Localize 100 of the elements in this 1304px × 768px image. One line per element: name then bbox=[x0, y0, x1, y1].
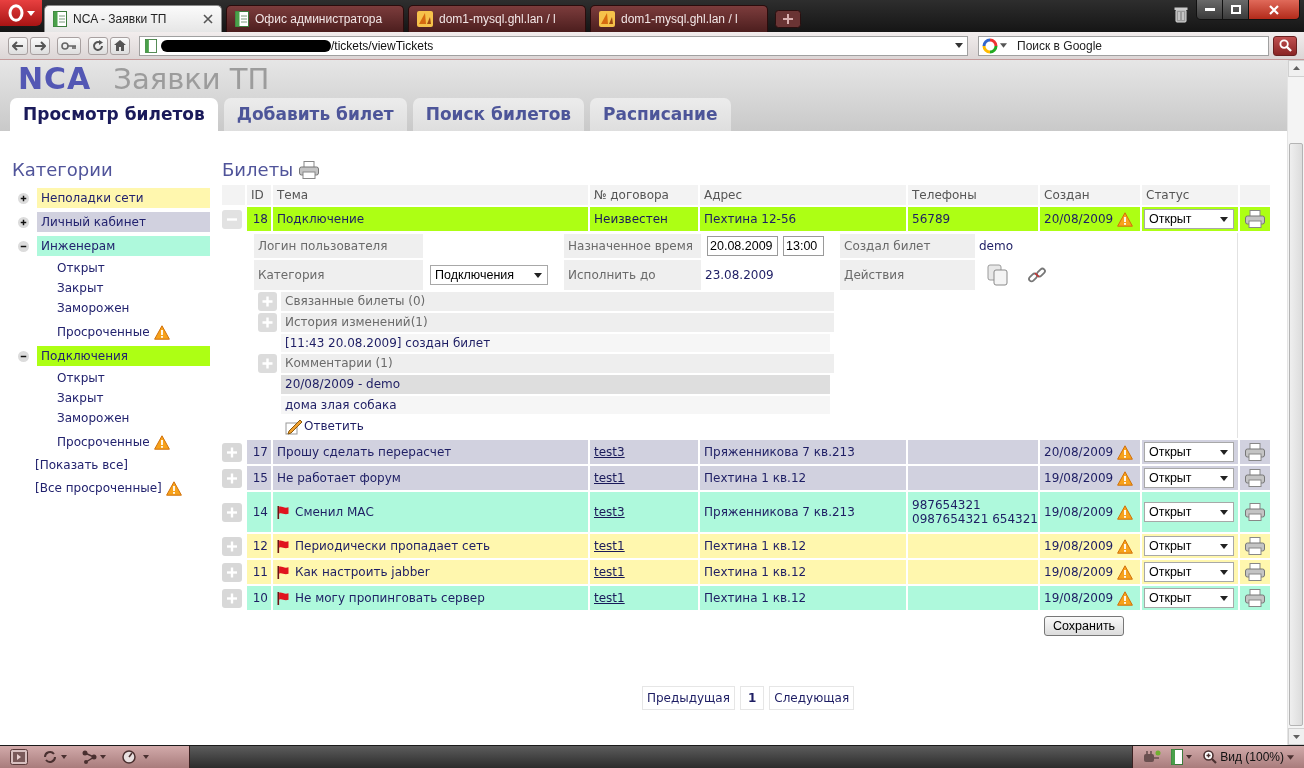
status-filter-link[interactable]: Просроченные bbox=[57, 435, 150, 449]
contract-link[interactable]: test1 bbox=[594, 565, 625, 579]
key-button[interactable] bbox=[57, 36, 81, 55]
contract-link[interactable]: test3 bbox=[594, 505, 625, 519]
table-cell: 12 bbox=[247, 534, 271, 558]
category-select[interactable]: Подключения bbox=[430, 265, 548, 285]
printer-icon[interactable] bbox=[299, 161, 320, 179]
printer-icon[interactable] bbox=[1245, 589, 1265, 607]
status-select[interactable]: Открыт bbox=[1144, 442, 1234, 462]
browser-tab[interactable]: dom1-mysql.ghl.lan / l bbox=[408, 5, 586, 32]
maximize-button[interactable] bbox=[1223, 0, 1249, 19]
expand-icon[interactable] bbox=[18, 216, 29, 228]
search-field[interactable]: Поиск в Google bbox=[978, 35, 1269, 56]
forward-button[interactable] bbox=[30, 36, 50, 55]
home-button[interactable] bbox=[110, 36, 130, 55]
nav-tab[interactable]: Поиск билетов bbox=[412, 98, 585, 131]
table-cell: 15 bbox=[247, 466, 271, 490]
status-select[interactable]: Открыт bbox=[1144, 209, 1234, 229]
next-page-link[interactable]: Следующая bbox=[769, 686, 855, 710]
segmented-ring-icon[interactable] bbox=[982, 37, 998, 54]
table-cell: Пехтина 1 кв.12 bbox=[700, 586, 906, 610]
status-filter-link[interactable]: Просроченные bbox=[57, 325, 150, 339]
status-select[interactable]: Открыт bbox=[1144, 562, 1234, 582]
date-field[interactable]: 20.08.2009 bbox=[707, 236, 778, 256]
document-icon[interactable] bbox=[1171, 749, 1194, 765]
scrollbar-thumb[interactable] bbox=[1289, 143, 1303, 726]
column-header: Тема bbox=[273, 185, 588, 205]
contract-link[interactable]: test1 bbox=[594, 539, 625, 553]
collapse-icon[interactable] bbox=[18, 350, 29, 362]
flag-icon bbox=[277, 505, 289, 519]
printer-icon[interactable] bbox=[1245, 469, 1265, 487]
address-field[interactable]: /tickets/viewTickets bbox=[139, 35, 968, 56]
status-filter-link[interactable]: Закрыт bbox=[57, 391, 104, 405]
search-icon bbox=[1278, 39, 1292, 52]
status-filter-link[interactable]: Заморожен bbox=[57, 411, 130, 425]
gauge-icon[interactable] bbox=[122, 750, 152, 764]
printer-icon[interactable] bbox=[1245, 503, 1265, 521]
filter-link[interactable]: [Все просроченные] bbox=[35, 481, 162, 495]
nodes-icon[interactable] bbox=[82, 750, 108, 764]
created-date: 19/08/2009 bbox=[1044, 471, 1114, 485]
column-header: Телефоны bbox=[908, 185, 1038, 205]
contract-link[interactable]: test1 bbox=[594, 471, 625, 485]
key-icon bbox=[61, 41, 77, 50]
reload-button[interactable] bbox=[88, 36, 108, 55]
status-select[interactable]: Открыт bbox=[1144, 502, 1234, 522]
printer-icon[interactable] bbox=[1245, 537, 1265, 555]
sync-icon[interactable] bbox=[42, 750, 68, 764]
contract-link[interactable]: test1 bbox=[594, 591, 625, 605]
filter-link[interactable]: [Показать все] bbox=[35, 458, 128, 472]
status-filter-link[interactable]: Заморожен bbox=[57, 301, 130, 315]
close-icon[interactable] bbox=[203, 14, 213, 24]
nav-tab[interactable]: Добавить билет bbox=[223, 98, 407, 131]
section-header[interactable]: История изменений(1) bbox=[281, 313, 834, 332]
panel-toggle-icon[interactable] bbox=[10, 749, 28, 765]
section-header[interactable]: Связанные билеты (0) bbox=[281, 292, 834, 311]
expand-icon[interactable] bbox=[18, 192, 29, 204]
status-filter-link[interactable]: Закрыт bbox=[57, 281, 104, 295]
search-button[interactable] bbox=[1273, 35, 1297, 56]
close-button[interactable] bbox=[1249, 0, 1299, 19]
browser-tab[interactable]: dom1-mysql.ghl.lan / l bbox=[590, 5, 768, 32]
nav-tab[interactable]: Расписание bbox=[590, 98, 731, 131]
caret-down-icon[interactable] bbox=[955, 43, 963, 48]
new-tab-icon[interactable] bbox=[775, 10, 801, 28]
back-button[interactable] bbox=[8, 36, 28, 55]
status-filter-link[interactable]: Открыт bbox=[57, 261, 105, 275]
nav-tab[interactable]: Просмотр билетов bbox=[10, 98, 218, 131]
time-field[interactable]: 13:00 bbox=[783, 236, 824, 256]
collapse-icon[interactable] bbox=[18, 240, 29, 252]
page-link[interactable]: 1 bbox=[739, 686, 765, 710]
printer-icon[interactable] bbox=[1245, 443, 1265, 461]
category-item[interactable]: Подключения bbox=[37, 346, 210, 366]
save-button[interactable]: Сохранить bbox=[1044, 616, 1125, 636]
status-select[interactable]: Открыт bbox=[1144, 468, 1234, 488]
close-icon bbox=[1269, 4, 1279, 15]
flag-icon bbox=[277, 565, 289, 579]
status-select[interactable]: Открыт bbox=[1144, 536, 1234, 556]
previous-page-link[interactable]: Предыдущая bbox=[641, 686, 735, 710]
section-header[interactable]: Комментарии (1) bbox=[281, 354, 834, 373]
status-filter-link[interactable]: Открыт bbox=[57, 371, 105, 385]
trash-icon[interactable] bbox=[1174, 6, 1188, 23]
scroll-up-icon[interactable] bbox=[1288, 60, 1304, 77]
flag-icon bbox=[277, 539, 289, 553]
status-select[interactable]: Открыт bbox=[1144, 588, 1234, 608]
browser-tab[interactable]: Офис администратора bbox=[226, 5, 404, 32]
chain-link-icon[interactable] bbox=[1027, 265, 1047, 285]
browser-tab[interactable]: NCA - Заявки ТП bbox=[44, 5, 222, 32]
table-cell: Пряженникова 7 кв.213 bbox=[700, 492, 906, 532]
caret-down-icon[interactable] bbox=[1000, 43, 1007, 48]
category-item[interactable]: Неполадки сети bbox=[37, 188, 210, 208]
scroll-down-icon[interactable] bbox=[1288, 728, 1304, 745]
browser-menu-button[interactable] bbox=[0, 0, 42, 26]
plug-icon[interactable] bbox=[1143, 750, 1162, 764]
contract-link[interactable]: test3 bbox=[594, 445, 625, 459]
printer-icon[interactable] bbox=[1245, 563, 1265, 581]
reply-link[interactable]: Ответить bbox=[304, 418, 364, 433]
printer-icon[interactable] bbox=[1245, 210, 1265, 228]
minimize-button[interactable] bbox=[1197, 0, 1223, 19]
field-label: Назначенное время bbox=[564, 234, 701, 258]
category-item[interactable]: Личный кабинет bbox=[37, 212, 210, 232]
category-item[interactable]: Инженерам bbox=[37, 236, 210, 256]
